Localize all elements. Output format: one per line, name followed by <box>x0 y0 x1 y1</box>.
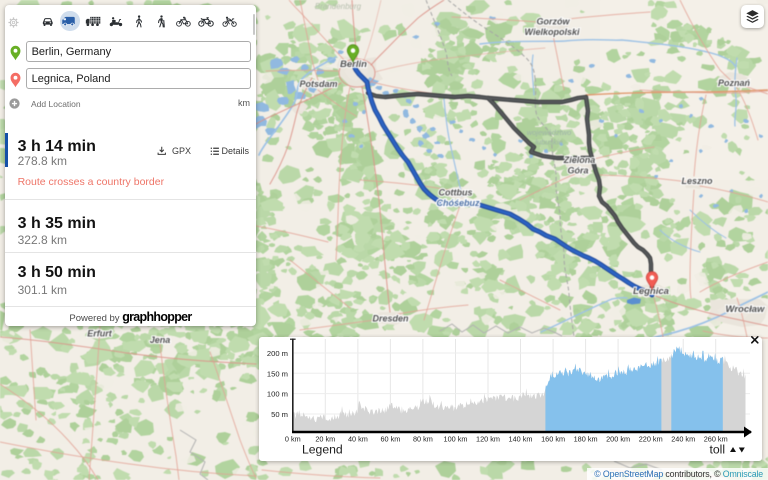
svg-text:200 km: 200 km <box>606 434 630 443</box>
svg-text:50 m: 50 m <box>271 410 288 419</box>
svg-text:180 km: 180 km <box>574 434 598 443</box>
svg-text:60 km: 60 km <box>380 434 400 443</box>
svg-text:80 km: 80 km <box>413 434 433 443</box>
svg-text:0 km: 0 km <box>285 434 301 443</box>
svg-text:120 km: 120 km <box>476 434 500 443</box>
svg-text:150 m: 150 m <box>267 369 288 378</box>
svg-text:toll: toll <box>710 443 726 457</box>
svg-text:100 m: 100 m <box>267 390 288 399</box>
svg-text:220 km: 220 km <box>639 434 663 443</box>
svg-text:100 km: 100 km <box>444 434 468 443</box>
svg-text:160 km: 160 km <box>541 434 565 443</box>
svg-text:40 km: 40 km <box>348 434 368 443</box>
svg-text:240 km: 240 km <box>671 434 695 443</box>
svg-text:140 km: 140 km <box>509 434 533 443</box>
svg-text:200 m: 200 m <box>267 349 288 358</box>
svg-text:Legend: Legend <box>302 443 343 457</box>
